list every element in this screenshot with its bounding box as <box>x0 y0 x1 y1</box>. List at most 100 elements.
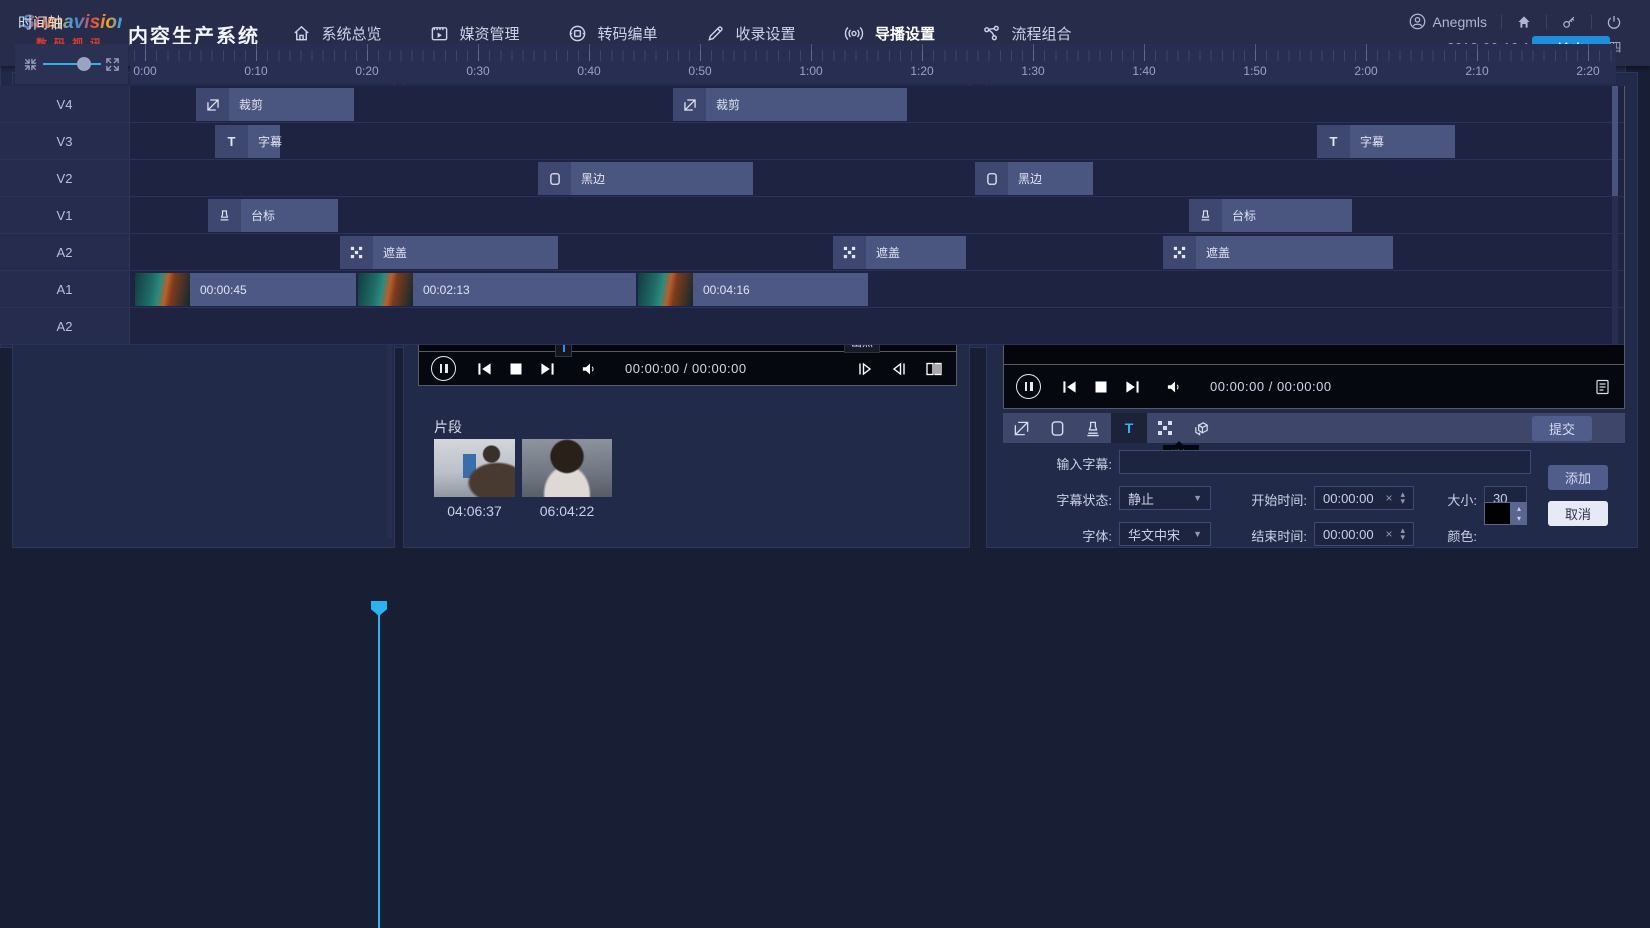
track-name[interactable]: V4 <box>0 86 130 122</box>
nav-item-label: 媒资管理 <box>459 23 519 44</box>
nav-item-label: 收录设置 <box>735 23 795 44</box>
timeline-clip-mask[interactable]: 遮盖 <box>1163 236 1393 269</box>
start-time-label: 开始时间: <box>1237 490 1307 509</box>
timeline-clip-blackedge[interactable]: 黑边 <box>975 162 1093 195</box>
ruler-label: 2:20 <box>1576 64 1599 78</box>
outpoint-button[interactable] <box>892 362 906 376</box>
spinner-icon[interactable]: ▴▾ <box>1400 491 1405 505</box>
chevron-down-icon: ▼ <box>1193 529 1202 539</box>
zoom-slider-knob[interactable] <box>77 57 91 71</box>
user-avatar-icon <box>1409 13 1426 30</box>
player1-timecode: 00:00:00 / 00:00:00 <box>625 361 747 376</box>
subtitle-state-select[interactable]: 静止▼ <box>1119 486 1211 510</box>
ruler-ticks <box>130 44 1616 61</box>
track-content[interactable]: 00:00:45 00:02:13 00:04:16 <box>130 271 1624 307</box>
timeline-clip-logo[interactable]: 台标 <box>208 199 338 232</box>
timeline-zoom-controls <box>15 44 128 84</box>
cancel-button[interactable]: 取消 <box>1548 501 1608 526</box>
pause-icon <box>440 364 448 373</box>
spinner-icon[interactable]: ▴▾ <box>1400 527 1405 541</box>
volume-button[interactable] <box>1167 380 1183 394</box>
username[interactable]: Anegmls <box>1433 14 1487 30</box>
track-row-a2: A2 遮盖 遮盖 遮盖 <box>0 234 1624 271</box>
divider <box>1546 15 1547 29</box>
key-icon[interactable] <box>1561 14 1577 30</box>
timeline-clip-media[interactable]: 00:02:13 <box>358 273 636 306</box>
subtitle-tool-icon[interactable]: T <box>1111 413 1147 443</box>
next-button[interactable] <box>540 362 555 376</box>
track-name[interactable]: A2 <box>0 234 130 270</box>
track-row-v3: V3 T 字幕 T 字幕 <box>0 123 1624 160</box>
ruler-label: 2:00 <box>1354 64 1377 78</box>
timeline-clip-media[interactable]: 00:04:16 <box>638 273 868 306</box>
black-edge-tool-icon[interactable] <box>1039 413 1075 443</box>
timeline-zoom-slider[interactable] <box>43 63 101 65</box>
timeline-clip-logo[interactable]: 台标 <box>1189 199 1352 232</box>
mosaic-icon <box>1163 236 1196 269</box>
timeline-clip-crop[interactable]: 裁剪 <box>673 88 907 121</box>
start-time-input[interactable]: 00:00:00 × ▴▾ <box>1314 486 1414 510</box>
clip-thumbnail[interactable] <box>434 439 515 497</box>
track-content[interactable]: 黑边 黑边 <box>130 160 1624 196</box>
track-content[interactable]: 遮盖 遮盖 遮盖 <box>130 234 1624 270</box>
crop-tool-icon[interactable] <box>1003 413 1039 443</box>
timeline-clip-media[interactable]: 00:00:45 <box>135 273 356 306</box>
color-swatch[interactable] <box>1484 502 1511 525</box>
ruler-label: 0:10 <box>244 64 267 78</box>
timeline-clip-subtitle[interactable]: T 字幕 <box>215 125 280 158</box>
home-shortcut-icon[interactable] <box>1516 14 1532 30</box>
timeline-clip-crop[interactable]: 裁剪 <box>196 88 354 121</box>
segments-icon[interactable] <box>926 362 942 376</box>
track-name[interactable]: V1 <box>0 197 130 233</box>
ruler-label: 0:50 <box>688 64 711 78</box>
track-name[interactable]: V3 <box>0 123 130 159</box>
playhead-marker[interactable] <box>371 601 387 616</box>
timeline-clip-blackedge[interactable]: 黑边 <box>538 162 753 195</box>
track-content[interactable]: 台标 台标 <box>130 197 1624 233</box>
pause-button[interactable] <box>1016 374 1041 399</box>
color-spinner-icon[interactable]: ▴▾ <box>1511 502 1527 525</box>
timeline-clip-subtitle[interactable]: T 字幕 <box>1317 125 1455 158</box>
flow-icon <box>982 24 1001 43</box>
end-time-input[interactable]: 00:00:00 × ▴▾ <box>1314 522 1414 546</box>
app-root: Sumavision 数码视讯 内容生产系统 系统总览 媒资管理 转码编单 收录… <box>0 0 1650 928</box>
track-name[interactable]: V2 <box>0 160 130 196</box>
subtitle-input[interactable] <box>1119 450 1531 474</box>
add-subtitle-button[interactable]: 添加 <box>1548 465 1608 490</box>
stop-button[interactable] <box>1095 381 1107 393</box>
pause-button[interactable] <box>431 356 456 381</box>
black-edge-icon <box>538 162 571 195</box>
stop-button[interactable] <box>510 363 522 375</box>
playlist-icon[interactable] <box>1595 379 1610 395</box>
black-edge-icon <box>975 162 1008 195</box>
size-label: 大小: <box>1417 490 1477 509</box>
previous-button[interactable] <box>1062 380 1077 394</box>
power-icon[interactable] <box>1606 14 1622 30</box>
timeline-ruler[interactable]: 0:00 0:10 0:20 0:30 0:40 0:50 1:00 1:20 … <box>130 44 1616 84</box>
zoom-in-icon[interactable] <box>105 57 120 72</box>
volume-button[interactable] <box>582 362 598 376</box>
logo-stamp-icon <box>208 199 241 232</box>
inpoint-button[interactable] <box>858 362 872 376</box>
clear-icon[interactable]: × <box>1385 491 1392 505</box>
playhead-line[interactable] <box>378 602 380 928</box>
track-content[interactable]: 裁剪 裁剪 <box>130 86 1624 122</box>
clip-thumbnail[interactable] <box>522 439 612 497</box>
track-name[interactable]: A2 <box>0 308 130 344</box>
submit-button[interactable]: 提交 <box>1532 416 1592 441</box>
track-content[interactable]: T 字幕 T 字幕 <box>130 123 1624 159</box>
clear-icon[interactable]: × <box>1385 527 1392 541</box>
subtitle-state-label: 字幕状态: <box>1007 490 1112 509</box>
timeline-clip-mask[interactable]: 遮盖 <box>340 236 558 269</box>
track-content[interactable] <box>130 308 1624 344</box>
track-name[interactable]: A1 <box>0 271 130 307</box>
home-icon <box>292 24 311 43</box>
template-tool-icon[interactable] <box>1183 413 1219 443</box>
next-button[interactable] <box>1125 380 1140 394</box>
timeline-scrollbar[interactable] <box>1612 86 1618 345</box>
timeline-clip-mask[interactable]: 遮盖 <box>833 236 966 269</box>
previous-button[interactable] <box>477 362 492 376</box>
zoom-out-icon[interactable] <box>23 57 38 72</box>
font-select[interactable]: 华文中宋▼ <box>1119 522 1211 546</box>
logo-stamp-tool-icon[interactable] <box>1075 413 1111 443</box>
